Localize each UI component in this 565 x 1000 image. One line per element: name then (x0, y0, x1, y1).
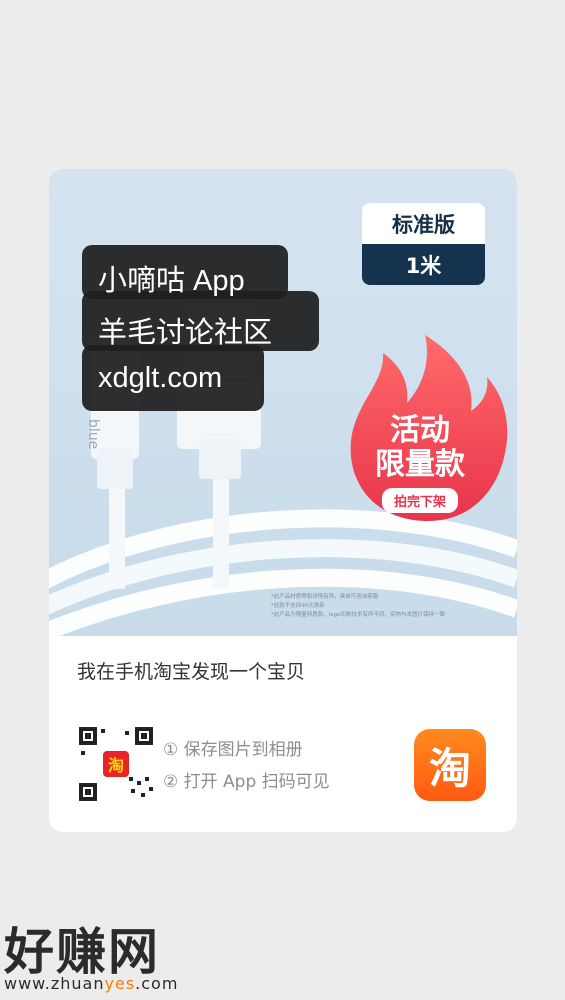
site-url-highlight: yes (104, 974, 136, 993)
promo-line1: 活动 (390, 413, 450, 448)
edition-label: 标准版 (362, 203, 485, 244)
watermark-overlay: 小嘀咕 App 羊毛讨论社区 xdglt.com (82, 245, 319, 411)
watermark-line3: xdglt.com (98, 362, 223, 394)
disclaimer-line: *此产品材质等和详情有异，具体可咨询客服 (271, 594, 379, 600)
watermark-line1: 小嘀咕 App (98, 265, 245, 297)
qr-logo: 淘 (107, 756, 124, 775)
edition-badge: 标准版 1米 (362, 203, 485, 285)
site-url-prefix: www.zhuan (4, 974, 105, 993)
site-url: www.zhuanyes.com (4, 974, 178, 993)
promo-line2: 限量款 (375, 447, 465, 482)
brand-text: blue (85, 419, 101, 450)
taobao-icon-char: 淘 (428, 743, 471, 793)
step-save: ① 保存图片到相册 (163, 740, 303, 760)
disclaimer: *此产品材质等和详情有异，具体可咨询客服 *此款不支持90天换新 *此产品为限量… (271, 593, 511, 620)
disclaimer-line: *此产品为限量特惠款，logo印刷技术有所不同，实物与本图片保持一致 (271, 612, 446, 618)
share-title: 我在手机淘宝发现一个宝贝 (77, 661, 306, 683)
promo-pill: 拍完下架 (381, 488, 458, 513)
promo-badge: 活动 限量款 拍完下架 (355, 414, 485, 513)
step-scan: ② 打开 App 扫码可见 (163, 772, 330, 792)
site-url-suffix: .com (135, 974, 179, 993)
site-watermark: 好赚网 www.zhuanyes.com (0, 912, 200, 993)
taobao-app-icon[interactable]: 淘 (414, 729, 486, 801)
disclaimer-line: *此款不支持90天换新 (271, 603, 325, 609)
watermark-line2: 羊毛讨论社区 (98, 317, 273, 349)
share-steps: ① 保存图片到相册 ② 打开 App 扫码可见 (163, 734, 330, 798)
edition-value: 1米 (362, 244, 485, 285)
